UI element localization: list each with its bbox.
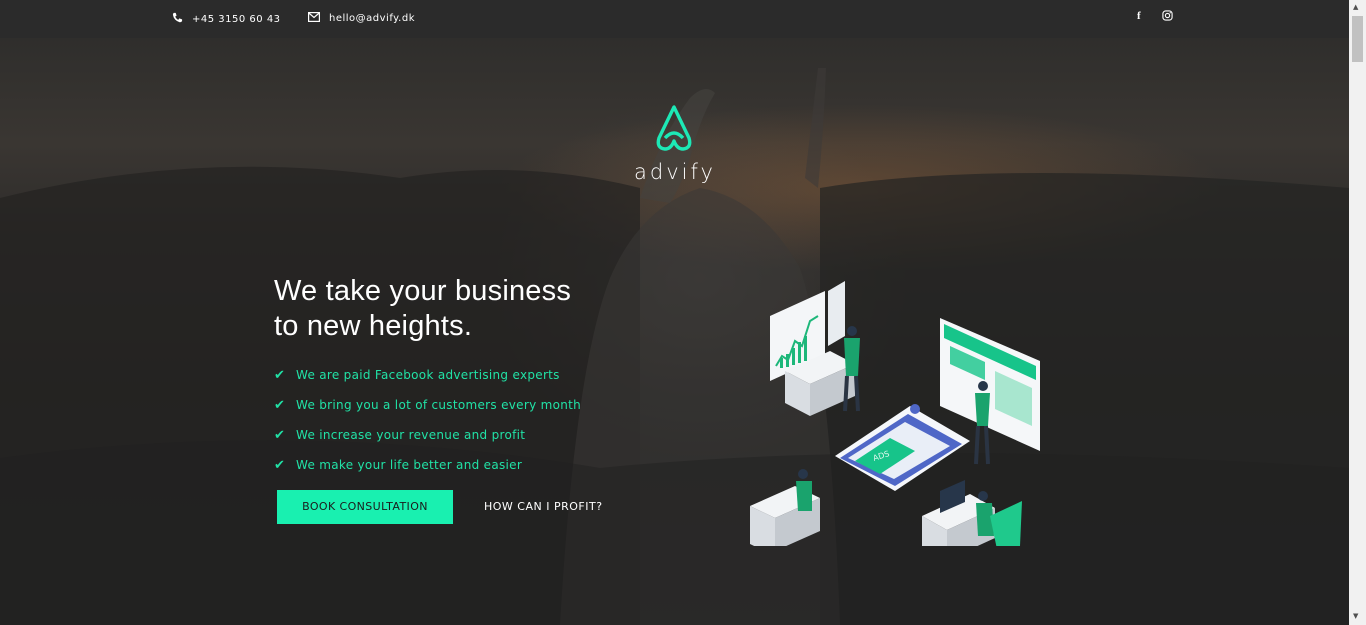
envelope-icon [308,12,321,25]
book-consultation-button[interactable]: BOOK CONSULTATION [277,490,453,524]
brand-name: advify [634,160,716,184]
scroll-up-icon[interactable]: ▲ [1353,3,1358,11]
check-icon: ✔ [274,367,286,383]
isometric-office-illustration: ADS [750,281,1040,546]
phone-icon [172,12,183,26]
phone-contact[interactable]: +45 3150 60 43 [172,12,281,26]
scroll-down-icon[interactable]: ▼ [1353,612,1358,620]
instagram-icon[interactable] [1162,10,1173,24]
how-can-i-profit-link[interactable]: HOW CAN I PROFIT? [484,490,603,524]
check-icon: ✔ [274,397,286,413]
headline-line-1: We take your business [274,275,572,307]
feature-text: We bring you a lot of customers every mo… [296,398,582,412]
feature-text: We are paid Facebook advertising experts [296,368,560,382]
email-address: hello@advify.dk [329,13,415,24]
page-scrollbar[interactable]: ▲ ▼ [1349,0,1366,625]
feature-text: We make your life better and easier [296,458,523,472]
list-item: ✔ We are paid Facebook advertising expert… [274,360,581,390]
hero-section: advify We take your business to new heig… [0,38,1349,625]
list-item: ✔ We bring you a lot of customers every m… [274,390,581,420]
hero-headline: We take your business to new heights. [274,274,571,344]
headline-line-2: to new heights. [274,310,473,342]
feature-list: ✔ We are paid Facebook advertising expert… [274,360,581,480]
top-bar: +45 3150 60 43 hello@advify.dk f [0,0,1349,38]
check-icon: ✔ [274,427,286,443]
list-item: ✔ We increase your revenue and profit [274,420,581,450]
brand-logo[interactable]: advify [634,104,714,184]
email-contact[interactable]: hello@advify.dk [308,12,415,25]
phone-number: +45 3150 60 43 [192,13,281,25]
advify-logo-icon [656,105,692,151]
feature-text: We increase your revenue and profit [296,428,526,442]
facebook-icon[interactable]: f [1137,10,1141,22]
check-icon: ✔ [274,457,286,473]
scrollbar-thumb[interactable] [1352,16,1363,62]
list-item: ✔ We make your life better and easier [274,450,581,480]
